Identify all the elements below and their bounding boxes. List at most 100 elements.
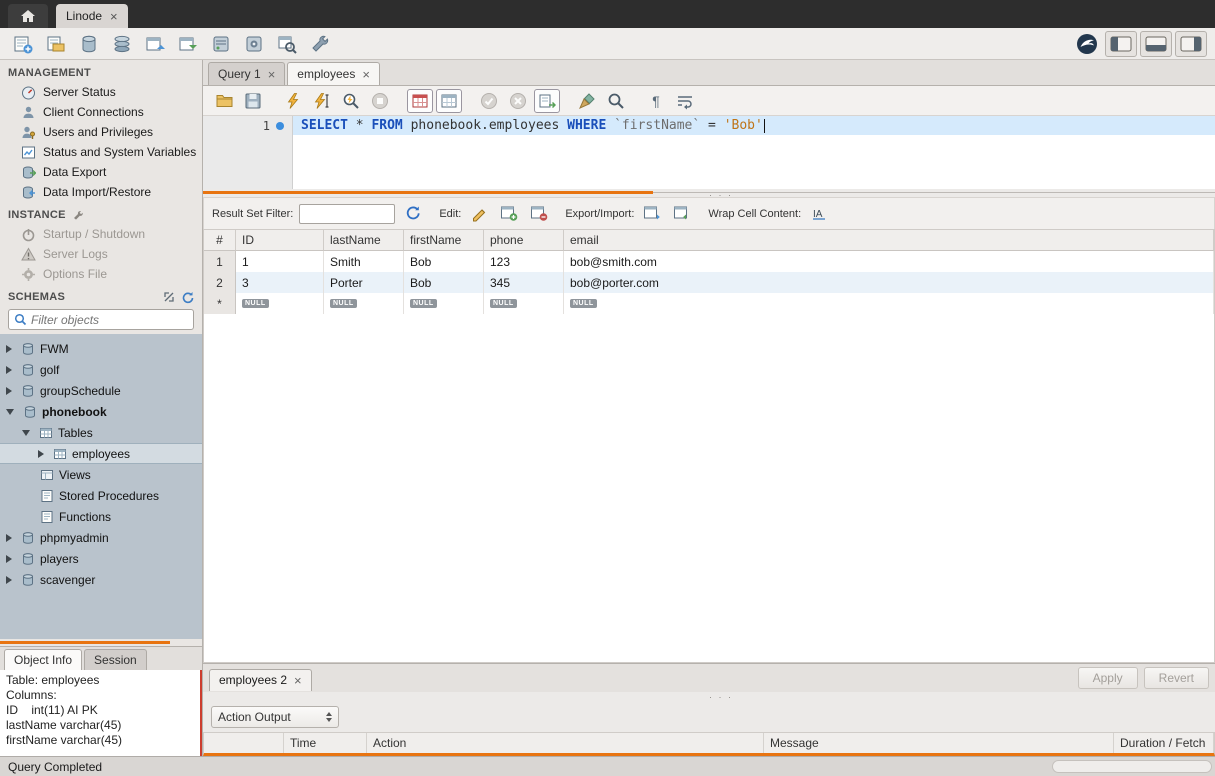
cell-lastname[interactable]: Smith (324, 251, 404, 272)
toggle-output-area-button[interactable] (1140, 31, 1172, 57)
tab-session[interactable]: Session (84, 649, 147, 670)
column-header-time[interactable]: Time (284, 733, 367, 753)
close-icon[interactable]: × (294, 673, 302, 688)
collapse-down-icon[interactable] (22, 430, 30, 436)
cell-firstname[interactable]: Bob (404, 272, 484, 293)
cell-email[interactable]: bob@porter.com (564, 272, 1214, 293)
cell-email[interactable]: bob@smith.com (564, 251, 1214, 272)
editor-results-splitter[interactable]: · · · (203, 189, 1215, 197)
column-header-firstname[interactable]: firstName (404, 230, 484, 251)
splitter-handle[interactable]: · · · (709, 692, 733, 702)
close-icon[interactable]: × (268, 68, 276, 81)
cell-null[interactable]: NULL (236, 293, 324, 314)
new-query-tab-button[interactable] (8, 31, 38, 57)
sidebar-item-status-system-variables[interactable]: Status and System Variables (0, 142, 202, 162)
utilities-button[interactable] (305, 31, 335, 57)
rollback-button[interactable] (505, 89, 531, 113)
tab-object-info[interactable]: Object Info (4, 649, 82, 670)
server-status-button[interactable] (206, 31, 236, 57)
delete-row-button[interactable] (527, 203, 551, 225)
schema-tree-item-scavenger[interactable]: scavenger (0, 569, 202, 590)
sql-code-editor[interactable]: 1 SELECT * FROM phonebook.employees WHER… (203, 116, 1215, 189)
server-config-button[interactable] (239, 31, 269, 57)
expand-right-icon[interactable] (6, 576, 12, 584)
edit-cell-button[interactable] (467, 203, 491, 225)
toggle-invisible-characters-button[interactable]: ¶ (643, 89, 669, 113)
result-filter-input[interactable] (299, 204, 395, 224)
schema-tree-item-fwm[interactable]: FWM (0, 338, 202, 359)
sidebar-item-options-file[interactable]: Options File (0, 264, 202, 284)
expand-right-icon[interactable] (6, 387, 12, 395)
insert-row-button[interactable] (497, 203, 521, 225)
code-area[interactable]: SELECT * FROM phonebook.employees WHERE … (293, 116, 1215, 189)
execute-query-button[interactable] (280, 89, 306, 113)
sidebar-item-client-connections[interactable]: Client Connections (0, 102, 202, 122)
search-table-data-button[interactable] (272, 31, 302, 57)
table-data-import-button[interactable] (173, 31, 203, 57)
column-header-action[interactable]: Action (367, 733, 764, 753)
column-header-status[interactable] (204, 733, 284, 753)
schema-tree-item-stored-procedures[interactable]: Stored Procedures (0, 485, 202, 506)
expand-right-icon[interactable] (6, 366, 12, 374)
schema-tree-item-functions[interactable]: Functions (0, 506, 202, 527)
schema-tree-item-views[interactable]: Views (0, 464, 202, 485)
cell-null[interactable]: NULL (484, 293, 564, 314)
sidebar-item-startup-shutdown[interactable]: Startup / Shutdown (0, 224, 202, 244)
tab-employees[interactable]: employees × (287, 62, 380, 85)
collapse-down-icon[interactable] (6, 409, 14, 415)
toggle-word-wrap-button[interactable] (672, 89, 698, 113)
schema-tree-item-players[interactable]: players (0, 548, 202, 569)
schema-tree-item-groupschedule[interactable]: groupSchedule (0, 380, 202, 401)
expand-right-icon[interactable] (6, 555, 12, 563)
toggle-stop-on-error-button[interactable] (407, 89, 433, 113)
open-sql-script-button[interactable] (41, 31, 71, 57)
column-header-phone[interactable]: phone (484, 230, 564, 251)
toggle-autocommit-button[interactable] (534, 89, 560, 113)
sidebar-item-data-import-restore[interactable]: Data Import/Restore (0, 182, 202, 202)
output-splitter[interactable]: · · · (203, 692, 1215, 702)
limit-rows-button[interactable] (436, 89, 462, 113)
connection-tab[interactable]: Linode × (56, 4, 128, 28)
tab-employees-2[interactable]: employees 2 × (209, 669, 312, 691)
horizontal-scrollbar[interactable] (1052, 760, 1212, 773)
wrap-cell-content-button[interactable]: IA (807, 203, 831, 225)
tab-query-1[interactable]: Query 1 × (208, 62, 285, 85)
splitter-handle[interactable]: · · · (709, 190, 733, 200)
column-header-message[interactable]: Message (764, 733, 1114, 753)
import-records-button[interactable] (670, 203, 694, 225)
find-button[interactable] (603, 89, 629, 113)
expand-schemas-panel-icon[interactable] (163, 291, 175, 303)
column-header-lastname[interactable]: lastName (324, 230, 404, 251)
sidebar-item-data-export[interactable]: Data Export (0, 162, 202, 182)
column-header-email[interactable]: email (564, 230, 1214, 251)
new-row-placeholder[interactable]: * NULL NULL NULL NULL NULL (204, 293, 1214, 314)
column-header-rownum[interactable]: # (204, 230, 236, 251)
cell-id[interactable]: 3 (236, 272, 324, 293)
cell-lastname[interactable]: Porter (324, 272, 404, 293)
export-recordset-button[interactable] (640, 203, 664, 225)
table-row[interactable]: 1 1 Smith Bob 123 bob@smith.com (204, 251, 1214, 272)
sidebar-item-server-logs[interactable]: Server Logs (0, 244, 202, 264)
home-tab[interactable] (8, 4, 48, 28)
save-button[interactable] (240, 89, 266, 113)
schema-tree-item-tables[interactable]: Tables (0, 422, 202, 443)
toggle-left-sidebar-button[interactable] (1105, 31, 1137, 57)
refresh-schemas-icon[interactable] (181, 291, 194, 304)
schema-tree-item-phonebook[interactable]: phonebook (0, 401, 202, 422)
expand-right-icon[interactable] (38, 450, 44, 458)
cell-phone[interactable]: 345 (484, 272, 564, 293)
new-table-button[interactable] (107, 31, 137, 57)
spinner-arrows-icon[interactable] (326, 712, 332, 722)
close-icon[interactable]: × (362, 68, 370, 81)
apply-button[interactable]: Apply (1078, 667, 1138, 689)
commit-button[interactable] (476, 89, 502, 113)
cell-phone[interactable]: 123 (484, 251, 564, 272)
sql-statement-line[interactable]: SELECT * FROM phonebook.employees WHERE … (293, 116, 1215, 135)
column-header-duration[interactable]: Duration / Fetch (1114, 733, 1214, 753)
cell-firstname[interactable]: Bob (404, 251, 484, 272)
close-icon[interactable]: × (110, 10, 118, 23)
execute-current-statement-button[interactable] (309, 89, 335, 113)
stop-query-button[interactable] (367, 89, 393, 113)
table-data-export-button[interactable] (140, 31, 170, 57)
schema-filter-input[interactable] (31, 313, 188, 327)
